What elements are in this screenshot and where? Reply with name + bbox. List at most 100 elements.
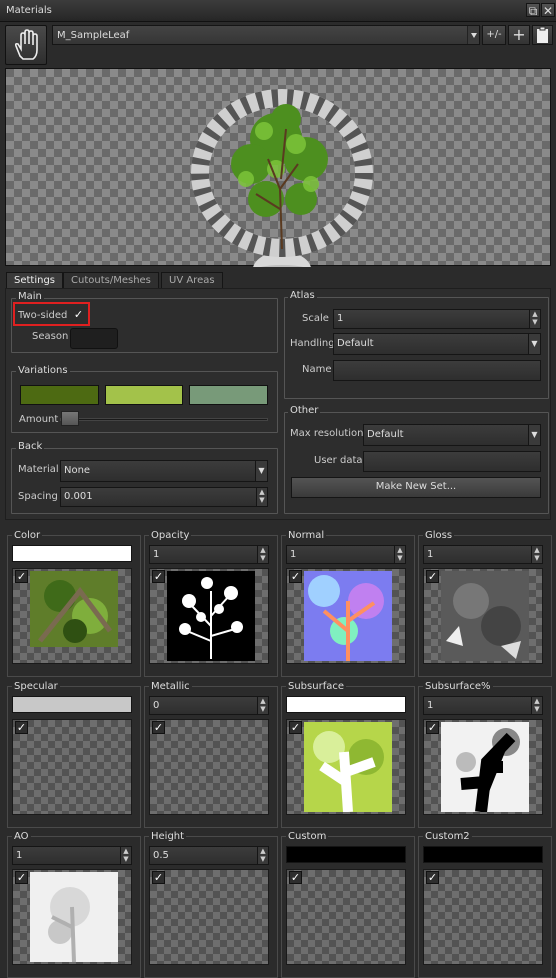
spacing-input[interactable]: 0.001 ▲ ▼ [60,487,268,507]
spinner-icon[interactable]: ▲ ▼ [256,488,267,506]
texture-cell-custom: Custom ✓ [281,831,415,978]
texture-value-input[interactable]: 1 ▲ ▼ [149,545,269,564]
atlas-name-input[interactable] [333,360,541,381]
tab-cutouts-meshes[interactable]: Cutouts/Meshes [63,272,159,288]
texture-enabled-checkbox[interactable]: ✓ [15,570,28,583]
texture-color-swatch[interactable] [286,846,406,863]
chevron-down-icon: ▼ [255,461,267,481]
texture-label: Subsurface% [423,681,493,692]
amount-label: Amount [19,414,59,425]
texture-preview[interactable]: ✓ [423,719,543,815]
texture-preview[interactable]: ✓ [423,568,543,664]
back-material-dropdown[interactable]: None ▼ [60,460,268,482]
amount-slider-handle[interactable] [61,411,79,426]
texture-preview[interactable]: ✓ [149,568,269,664]
texture-value: 0 [153,700,160,711]
max-resolution-dropdown[interactable]: Default ▼ [363,424,541,446]
texture-value: 0.5 [153,850,169,861]
hand-icon [14,29,38,60]
texture-color-swatch[interactable] [12,696,132,713]
texture-label: Normal [286,530,327,541]
texture-color-swatch[interactable] [423,846,543,863]
texture-preview[interactable]: ✓ [12,568,132,664]
texture-value-input[interactable]: 1 ▲ ▼ [286,545,406,564]
spinner-icon[interactable]: ▲ ▼ [394,546,405,563]
texture-preview[interactable]: ✓ [12,719,132,815]
texture-preview[interactable]: ✓ [12,869,132,965]
chevron-down-icon: ▼ [528,425,540,445]
back-material-value: None [64,465,91,476]
texture-thumbnail [441,571,529,661]
texture-value: 1 [290,549,297,560]
texture-cell-custom2: Custom2 ✓ [418,831,552,978]
texture-color-swatch[interactable] [12,545,132,562]
spinner-icon[interactable]: ▲ ▼ [529,310,540,328]
texture-preview[interactable]: ✓ [286,568,406,664]
texture-thumbnail [30,872,118,962]
texture-label: Metallic [149,681,192,692]
texture-label: Height [149,831,187,842]
texture-enabled-checkbox[interactable]: ✓ [426,871,439,884]
spinner-icon[interactable]: ▲ ▼ [120,847,131,864]
plus-minus-button[interactable]: +/- [482,25,506,45]
texture-value: 1 [427,549,434,560]
restore-icon[interactable]: ⧉ [526,3,540,18]
variation-color-3[interactable] [189,385,268,405]
close-icon[interactable]: ✕ [541,3,555,18]
texture-preview[interactable]: ✓ [149,869,269,965]
texture-cell-subsurface-percent: Subsurface% 1 ▲ ▼ ✓ [418,681,552,828]
spinner-icon[interactable]: ▲ ▼ [531,697,542,714]
clipboard-icon[interactable] [532,25,553,45]
tab-settings[interactable]: Settings [6,272,64,288]
texture-preview[interactable]: ✓ [286,869,406,965]
plus-icon[interactable]: + [508,25,530,45]
texture-enabled-checkbox[interactable]: ✓ [152,721,165,734]
texture-preview[interactable]: ✓ [423,869,543,965]
season-field[interactable] [70,328,118,349]
texture-enabled-checkbox[interactable]: ✓ [289,871,302,884]
texture-value-input[interactable]: 0.5 ▲ ▼ [149,846,269,865]
texture-color-swatch[interactable] [286,696,406,713]
texture-cell-height: Height 0.5 ▲ ▼ ✓ [144,831,278,978]
variation-color-2[interactable] [105,385,183,405]
texture-enabled-checkbox[interactable]: ✓ [15,721,28,734]
scale-input[interactable]: 1 ▲ ▼ [333,309,541,329]
user-data-input[interactable] [363,451,541,472]
texture-enabled-checkbox[interactable]: ✓ [289,570,302,583]
texture-value-input[interactable]: 1 ▲ ▼ [423,545,543,564]
texture-preview[interactable]: ✓ [149,719,269,815]
handling-label: Handling [290,338,335,349]
spinner-icon[interactable]: ▲ ▼ [257,546,268,563]
spinner-icon[interactable]: ▲ ▼ [257,847,268,864]
handling-dropdown[interactable]: Default ▼ [333,333,541,355]
material-preview[interactable] [5,68,551,301]
material-dropdown[interactable]: M_SampleLeaf [52,25,480,45]
texture-enabled-checkbox[interactable]: ✓ [15,871,28,884]
season-label: Season [32,331,69,342]
texture-cell-color: Color ✓ [7,530,141,677]
variation-color-1[interactable] [20,385,99,405]
spinner-icon[interactable]: ▲ ▼ [531,546,542,563]
make-new-set-button[interactable]: Make New Set... [291,477,541,498]
texture-enabled-checkbox[interactable]: ✓ [426,721,439,734]
texture-enabled-checkbox[interactable]: ✓ [426,570,439,583]
max-resolution-value: Default [367,429,404,440]
texture-label: Color [12,530,43,541]
texture-cell-gloss: Gloss 1 ▲ ▼ ✓ [418,530,552,677]
texture-value-input[interactable]: 1 ▲ ▼ [12,846,132,865]
texture-preview[interactable]: ✓ [286,719,406,815]
tab-uv-areas[interactable]: UV Areas [161,272,223,288]
texture-enabled-checkbox[interactable]: ✓ [152,871,165,884]
hand-tool-button[interactable] [5,25,47,65]
other-group-title: Other [288,405,321,416]
preview-render [191,89,373,301]
material-name: M_SampleLeaf [57,30,130,41]
texture-enabled-checkbox[interactable]: ✓ [289,721,302,734]
texture-value-input[interactable]: 1 ▲ ▼ [423,696,543,715]
texture-enabled-checkbox[interactable]: ✓ [152,570,165,583]
texture-value-input[interactable]: 0 ▲ ▼ [149,696,269,715]
texture-thumbnail [30,571,118,647]
spinner-icon[interactable]: ▲ ▼ [257,697,268,714]
back-material-label: Material [18,464,59,475]
amount-slider-track[interactable] [60,418,268,421]
